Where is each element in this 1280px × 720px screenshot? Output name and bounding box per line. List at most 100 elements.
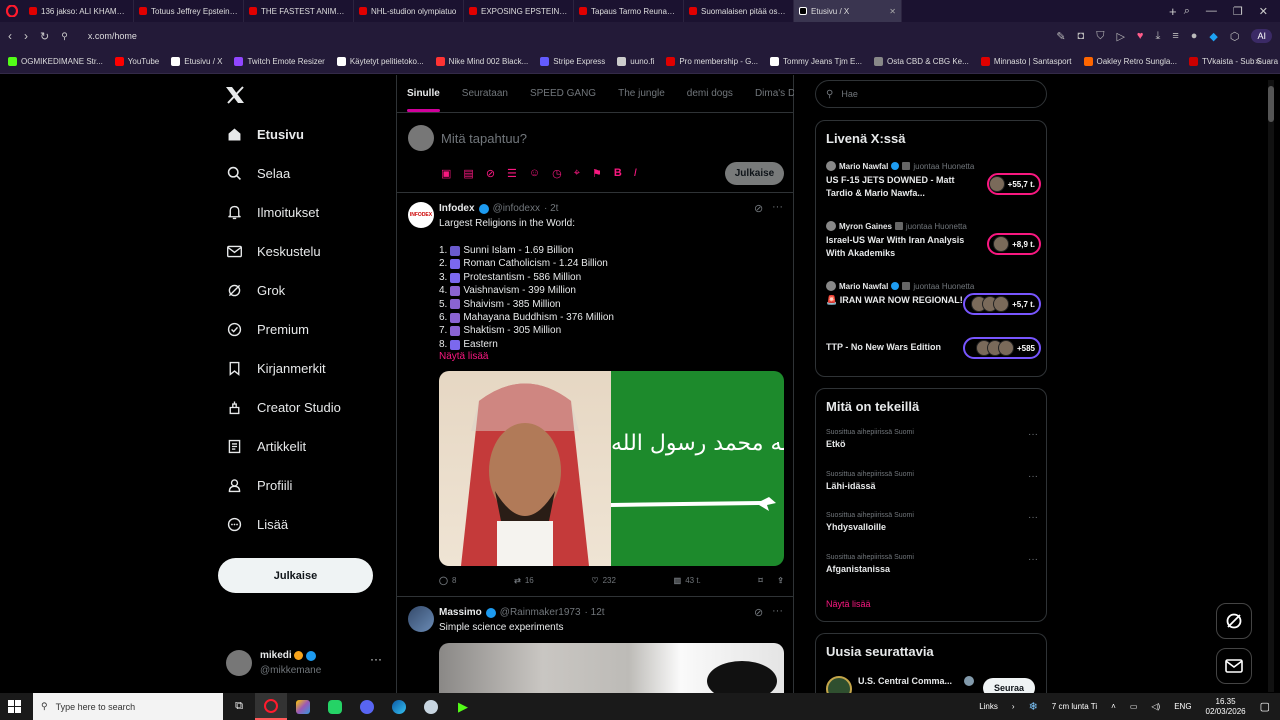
profile-icon[interactable]: ● — [1191, 30, 1198, 42]
tweet[interactable]: INFODEX Infodex @infodexx · 2t ⊘ ··· Lar… — [397, 194, 794, 597]
timeline-tab[interactable]: Dima's Dist — [755, 88, 794, 99]
whatsapp-icon[interactable] — [319, 693, 351, 720]
grok-compose-icon[interactable]: ⊘ — [486, 167, 495, 180]
forward-icon[interactable]: › — [24, 29, 28, 43]
notifications-icon[interactable]: ▢ — [1260, 700, 1270, 713]
task-view-icon[interactable]: ⧉ — [223, 693, 255, 720]
language-indicator[interactable]: ENG — [1174, 702, 1191, 711]
poll-icon[interactable]: ☰ — [507, 167, 517, 180]
bookmark-item[interactable]: YouTube — [114, 57, 159, 66]
image-icon[interactable]: ▣ — [441, 167, 451, 180]
nav-item-keskustelu[interactable]: Keskustelu — [226, 243, 321, 260]
browser-tab[interactable]: NHL-studion olympiatuo — [354, 0, 464, 22]
bookmark-item[interactable]: Etusivu / X — [171, 57, 222, 66]
search-tabs-icon[interactable]: ⌕ — [1184, 5, 1190, 18]
trend-item[interactable]: Suosittua aihepiirissä Suomi Etkö ··· — [826, 429, 1038, 449]
timeline-tab[interactable]: The jungle — [618, 88, 665, 99]
location-icon[interactable]: ⌖ — [574, 167, 580, 180]
tweet-avatar[interactable] — [408, 606, 434, 632]
nav-item-selaa[interactable]: Selaa — [226, 165, 290, 182]
volume-icon[interactable]: ◁) — [1151, 702, 1160, 711]
cube-icon[interactable]: ⬡ — [1230, 30, 1240, 43]
reload-icon[interactable]: ↻ — [40, 30, 49, 43]
close-tab-icon[interactable]: ✕ — [889, 7, 896, 16]
discord-icon[interactable] — [351, 693, 383, 720]
compose-input[interactable]: Mitä tapahtuu? — [441, 131, 527, 146]
nav-item-grok[interactable]: Grok — [226, 282, 285, 299]
steam-icon[interactable] — [415, 693, 447, 720]
listener-count-pill[interactable]: +8,9 t. — [987, 233, 1041, 255]
new-tab-button[interactable]: + — [1162, 4, 1184, 19]
app-taskbar-icon[interactable] — [287, 693, 319, 720]
taskbar-search[interactable]: ⚲ Type here to search — [33, 693, 223, 720]
timeline-tab[interactable]: demi dogs — [687, 88, 733, 99]
tweet-time[interactable]: · 2t — [544, 203, 558, 214]
live-item[interactable]: Myron Gaines juontaa Huonetta Israel-US Wa… — [826, 221, 1041, 260]
bookmark-item[interactable]: Käytetyt pelitietoko... — [336, 57, 424, 66]
browser-tab[interactable]: 136 jakso: ALI KHAMENEI — [24, 0, 134, 22]
trend-item[interactable]: Suosittua aihepiirissä Suomi Lähi-idässä ·… — [826, 471, 1038, 491]
trend-more-icon[interactable]: ··· — [1028, 512, 1038, 523]
close-window-button[interactable]: ✕ — [1259, 5, 1268, 18]
browser-tab[interactable]: THE FASTEST ANIMATRON — [244, 0, 354, 22]
bookmark-item[interactable]: Minnasto | Santasport — [980, 57, 1072, 66]
bookmark-item[interactable]: Pro membership - G... — [666, 57, 758, 66]
start-button[interactable] — [8, 700, 21, 713]
timeline-tab[interactable]: Seurataan — [462, 88, 508, 99]
nav-item-etusivu[interactable]: Etusivu — [226, 126, 304, 143]
bookmark-item[interactable]: OGMIKEDIMANE Str... — [8, 57, 103, 66]
browser-tab[interactable]: Etusivu / X ✕ — [794, 0, 902, 22]
grok-icon[interactable]: ⊘ — [754, 202, 763, 215]
views-button[interactable]: ▥ 43 t. — [674, 576, 701, 585]
grok-icon[interactable]: ⊘ — [754, 606, 763, 619]
edge-icon[interactable] — [383, 693, 415, 720]
trend-item[interactable]: Suosittua aihepiirissä Suomi Afganistanis… — [826, 554, 1038, 574]
compose-post-button[interactable]: Julkaise — [725, 162, 784, 185]
share-icon[interactable]: ⇪ — [777, 576, 784, 585]
trend-item[interactable]: Suosittua aihepiirissä Suomi Yhdysvalloil… — [826, 512, 1038, 532]
trend-more-icon[interactable]: ··· — [1028, 429, 1038, 440]
account-switcher[interactable]: mikedi @mikkemane ··· — [226, 648, 386, 678]
bold-icon[interactable]: B — [614, 167, 622, 180]
page-scrollbar[interactable] — [1268, 80, 1274, 692]
tweet-time[interactable]: · 12t — [585, 607, 605, 618]
nav-item-ilmoitukset[interactable]: Ilmoitukset — [226, 204, 319, 221]
browser-tab[interactable]: EXPOSING EPSTEIN'S ZOR — [464, 0, 574, 22]
opera-logo-icon[interactable] — [0, 0, 24, 22]
messages-fab[interactable] — [1216, 648, 1252, 684]
terminal-icon[interactable]: ▶ — [447, 693, 479, 720]
show-more-link[interactable]: Näytä lisää — [439, 351, 488, 362]
search-box[interactable]: ⚲ Hae — [815, 80, 1047, 108]
nav-item-creator-studio[interactable]: Creator Studio — [226, 399, 341, 416]
play-icon[interactable]: ▷ — [1116, 30, 1124, 43]
download-icon[interactable]: ⤓ — [1155, 30, 1160, 43]
tweet-author-name[interactable]: Infodex — [439, 203, 475, 214]
tray-chevron-icon[interactable]: › — [1012, 702, 1015, 711]
trend-more-icon[interactable]: ··· — [1028, 554, 1038, 565]
tweet-author-name[interactable]: Massimo — [439, 607, 482, 618]
italic-icon[interactable]: I — [634, 167, 637, 180]
weather-text[interactable]: 7 cm lunta Ti — [1052, 702, 1097, 711]
browser-tab[interactable]: Tapaus Tarmo Reunasen ja — [574, 0, 684, 22]
emoji-icon[interactable]: ☺ — [529, 167, 540, 180]
nav-item-artikkelit[interactable]: Artikkelit — [226, 438, 306, 455]
back-icon[interactable]: ‹ — [8, 29, 12, 43]
bookmark-item[interactable]: uuno.fi — [617, 57, 654, 66]
bookmark-item[interactable]: Oakley Retro Sungla... — [1083, 57, 1177, 66]
timeline-tab[interactable]: Sinulle — [407, 88, 440, 112]
x-logo-icon[interactable] — [225, 86, 245, 104]
schedule-icon[interactable]: ◷ — [552, 167, 562, 180]
grok-fab[interactable] — [1216, 603, 1252, 639]
weather-icon[interactable]: ❄ — [1029, 700, 1038, 713]
tweet-video[interactable] — [439, 643, 784, 701]
account-more-icon[interactable]: ··· — [370, 652, 382, 666]
reply-button[interactable]: ◯ 8 — [439, 576, 456, 585]
live-item[interactable]: Mario Nawfal juontaa Huonetta US F-15 JETS… — [826, 161, 1041, 200]
nav-item-premium[interactable]: Premium — [226, 321, 309, 338]
bookmark-item[interactable]: Tommy Jeans Tjm E... — [770, 57, 862, 66]
flag-icon[interactable]: ⚑ — [592, 167, 602, 180]
listener-count-pill[interactable]: +55,7 t. — [987, 173, 1041, 195]
gif-icon[interactable]: ▤ — [463, 167, 473, 180]
bookmark-icon[interactable]: ⌑ — [759, 576, 763, 585]
tweet-author-handle[interactable]: @infodexx — [493, 203, 540, 214]
